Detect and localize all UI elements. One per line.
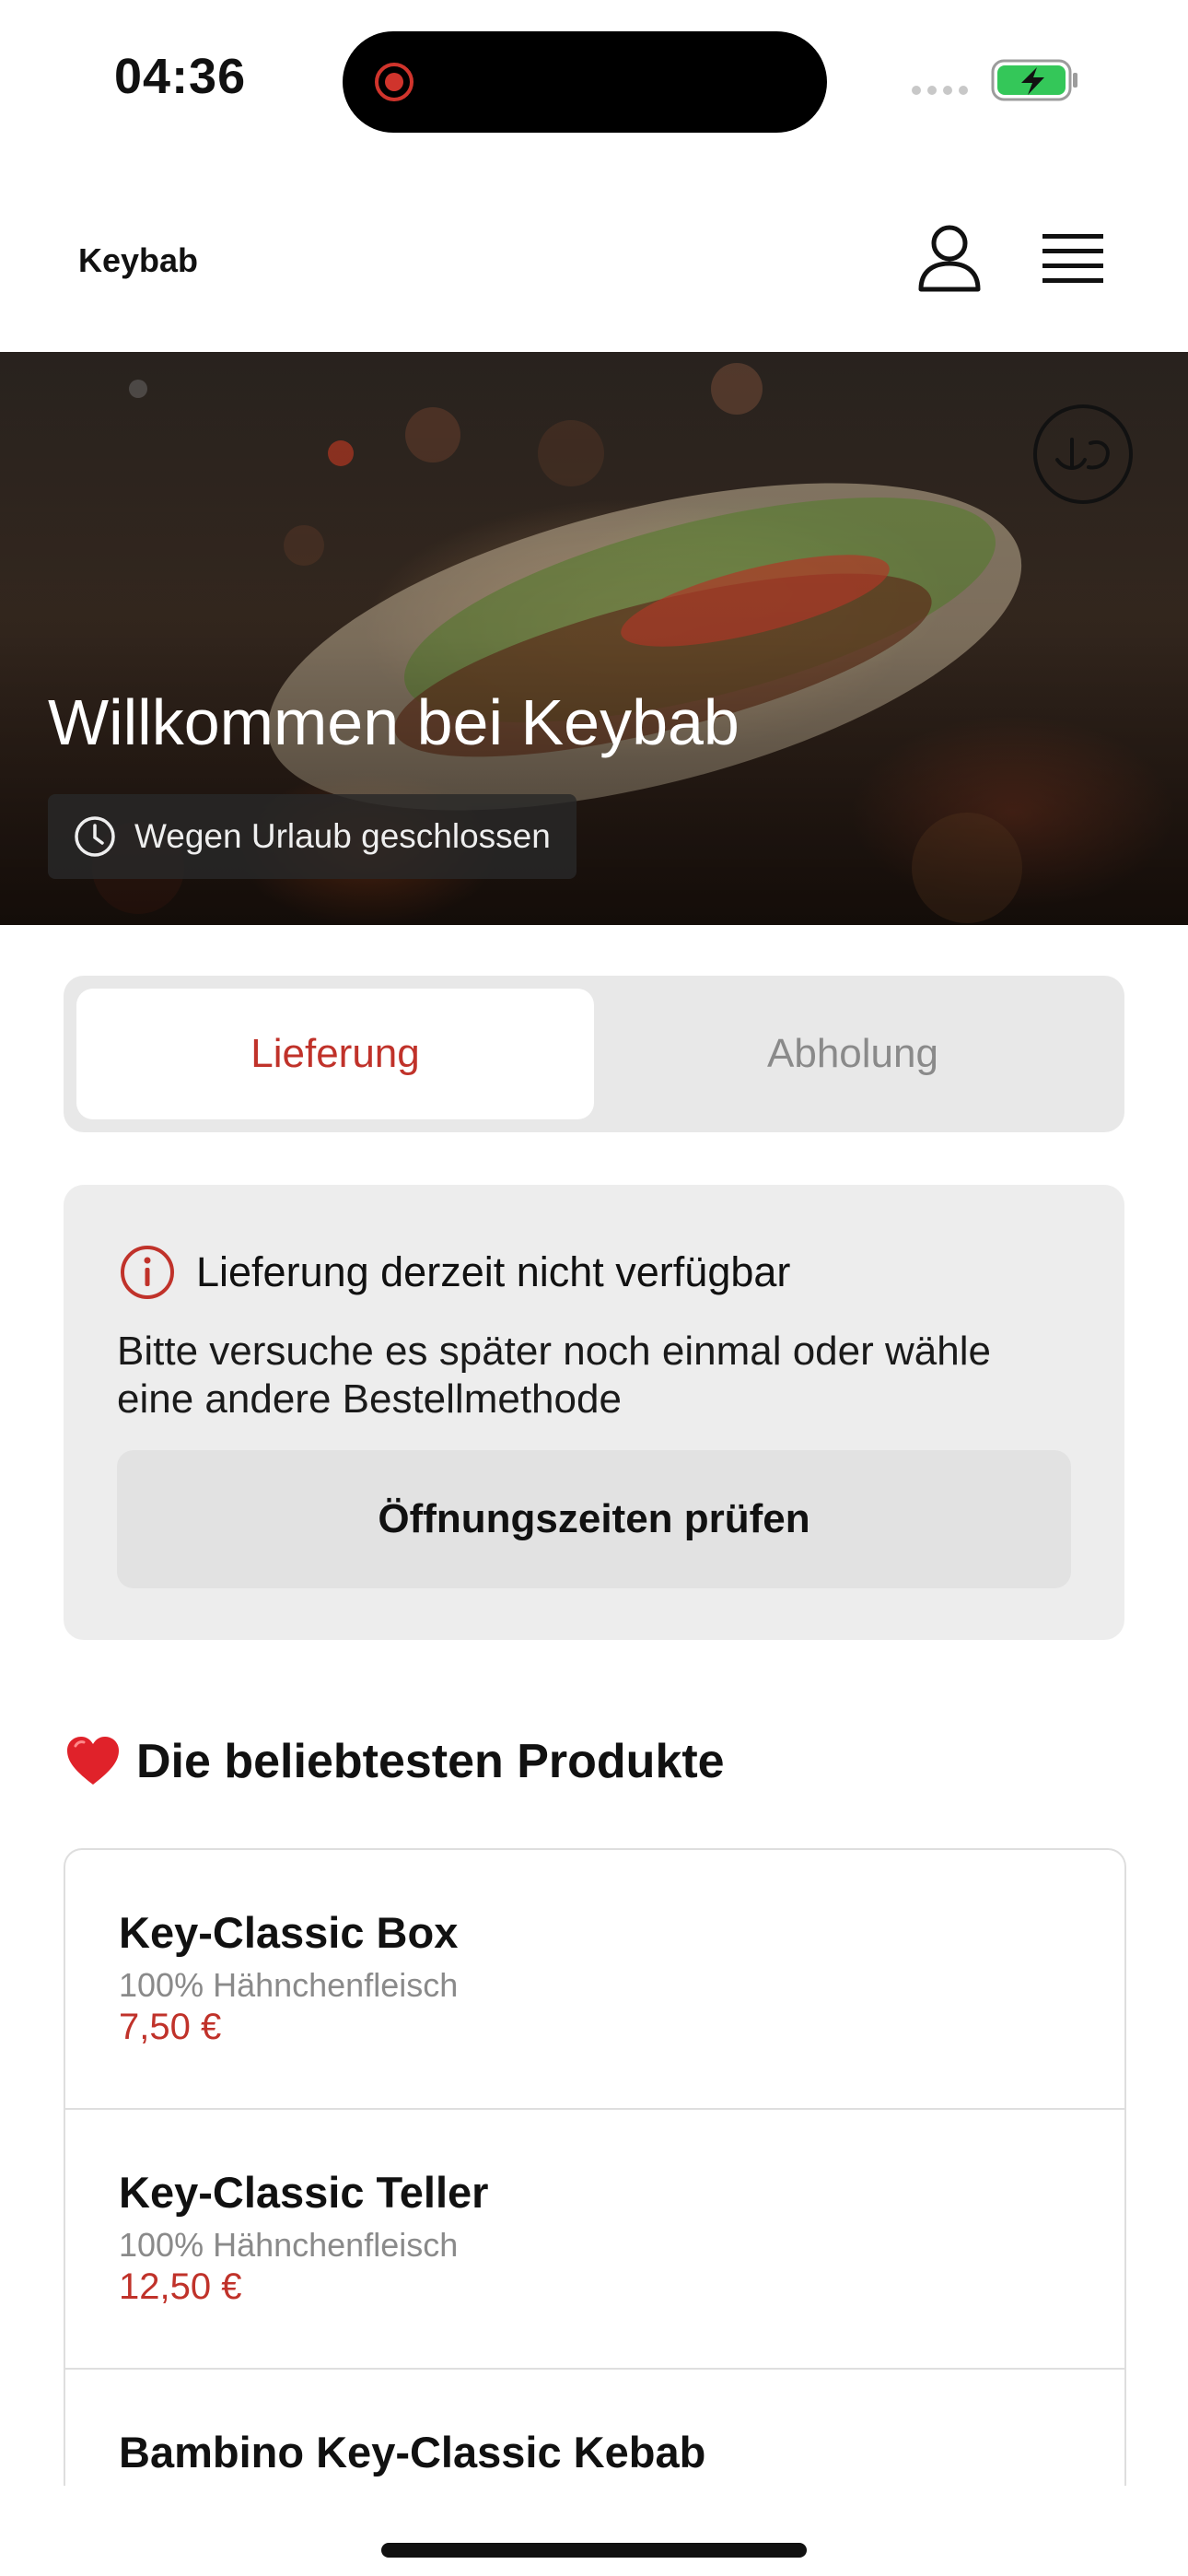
notice-body: Bitte versuche es später noch einmal ode…	[117, 1329, 991, 1422]
popular-title: Die beliebtesten Produkte	[136, 1735, 725, 1788]
tab-abholung[interactable]: Abholung	[594, 989, 1112, 1119]
status-text: Wegen Urlaub geschlossen	[134, 817, 551, 855]
product-description: 100% Hähnchenfleisch	[119, 1966, 459, 2004]
product-name: Bambino Key-Classic Kebab	[119, 2428, 706, 2476]
record-icon	[375, 63, 413, 101]
hero-title: Willkommen bei Keybab	[48, 686, 740, 758]
tab-lieferung[interactable]: Lieferung	[76, 989, 594, 1119]
status-time: 04:36	[114, 49, 247, 104]
product-item[interactable]: Key-Classic Box 100% Hähnchenfleisch 7,5…	[65, 1850, 1124, 2110]
popular-heading: Die beliebtesten Produkte	[64, 1734, 725, 1789]
product-list: Key-Classic Box 100% Hähnchenfleisch 7,5…	[64, 1848, 1126, 2486]
user-icon	[918, 225, 981, 292]
hamburger-menu-icon	[1042, 234, 1103, 283]
product-name: Key-Classic Box	[119, 1908, 459, 1957]
battery-charging-icon	[991, 59, 1077, 101]
check-hours-button[interactable]: Öffnungszeiten prüfen	[117, 1450, 1071, 1588]
product-description: 100% Hähnchenfleisch	[119, 2226, 459, 2264]
menu-button[interactable]	[1041, 232, 1105, 289]
notice-title: Lieferung derzeit nicht verfügbar	[196, 1248, 791, 1295]
product-item[interactable]: Bambino Key-Classic Kebab	[65, 2370, 1124, 2486]
product-item[interactable]: Key-Classic Teller 100% Hähnchenfleisch …	[65, 2110, 1124, 2370]
product-price: 7,50 €	[119, 2007, 222, 2047]
halal-logo	[1033, 404, 1133, 504]
signal-dots-icon	[912, 86, 968, 95]
status-bar: 04:36	[0, 0, 1188, 157]
dynamic-island	[343, 31, 827, 133]
heart-icon	[67, 1737, 119, 1785]
clock-icon	[75, 816, 115, 857]
account-button[interactable]	[917, 223, 982, 293]
info-icon	[121, 1246, 174, 1299]
delivery-notice-card: Lieferung derzeit nicht verfügbar Bitte …	[64, 1185, 1124, 1640]
notice-heading: Lieferung derzeit nicht verfügbar	[119, 1244, 790, 1301]
app-header: Keybab	[0, 175, 1188, 352]
home-indicator[interactable]	[381, 2543, 807, 2558]
product-price: 12,50 €	[119, 2266, 242, 2307]
brand-name[interactable]: Keybab	[78, 241, 198, 280]
order-mode-switch: Lieferung Abholung	[64, 976, 1124, 1132]
hero-banner: Willkommen bei Keybab Wegen Urlaub gesch…	[0, 352, 1188, 925]
product-name: Key-Classic Teller	[119, 2168, 489, 2217]
status-badge: Wegen Urlaub geschlossen	[48, 794, 577, 879]
